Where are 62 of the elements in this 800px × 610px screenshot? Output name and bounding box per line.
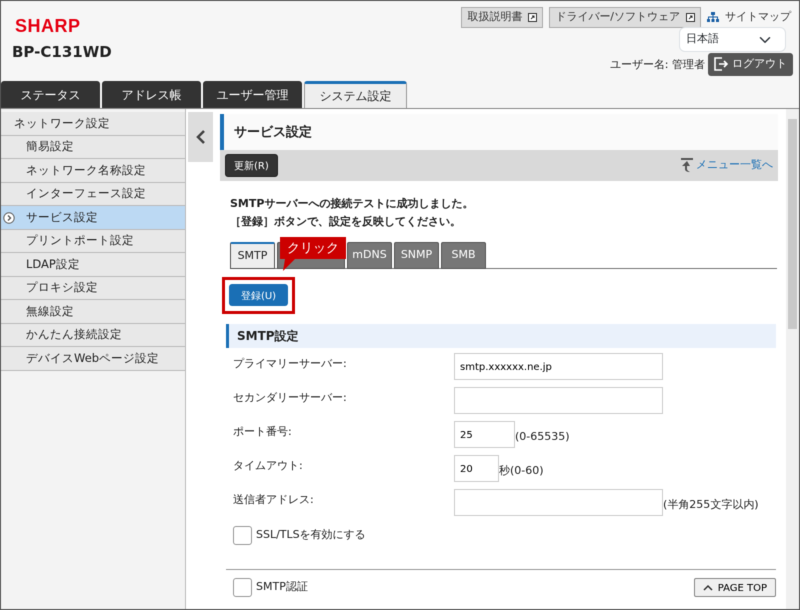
field-hint: (半角255文字以内) [663, 497, 759, 514]
sidebar-group[interactable]: ネットワーク設定 [1, 112, 185, 136]
field-label: 送信者アドレス: [233, 492, 315, 508]
text-field[interactable]: smtp.xxxxxx.ne.jp [454, 353, 663, 380]
text-field[interactable] [454, 489, 663, 516]
return-arrow-icon [680, 158, 694, 173]
page-top-button[interactable]: PAGE TOP [694, 578, 776, 598]
checkbox[interactable] [233, 526, 252, 546]
menu-list-link[interactable]: メニュー一覧へ [680, 157, 773, 174]
field-label: タイムアウト: [233, 458, 304, 474]
field-label: プライマリーサーバー: [233, 356, 348, 372]
checkbox[interactable] [233, 578, 252, 598]
checkbox-label: SMTP認証 [256, 579, 308, 596]
sidebar-item[interactable]: インターフェース設定 [1, 182, 185, 206]
sidebar-item[interactable]: デバイスWebページ設定 [1, 347, 185, 370]
chevron-left-icon [196, 129, 206, 145]
status-message: ［登録］ボタンで、設定を反映してください。 [230, 214, 462, 230]
page-title: サービス設定 [220, 114, 778, 150]
collapse-handle[interactable] [188, 112, 213, 162]
text-field[interactable]: 20 [454, 455, 499, 482]
sidebar-item[interactable]: サービス設定 [1, 206, 185, 230]
field-hint: 秒(0-60) [499, 463, 544, 480]
service-tab[interactable]: SMB [441, 242, 486, 270]
sidebar-item[interactable]: プロキシ設定 [1, 276, 185, 300]
logout-button[interactable]: ログアウト [708, 53, 793, 76]
service-tab[interactable]: SNMP [394, 242, 439, 270]
main-tab[interactable]: ユーザー管理 [203, 81, 302, 108]
service-tab[interactable]: SMTP [230, 242, 275, 270]
sidebar-item[interactable]: 簡易設定 [1, 136, 185, 159]
status-message: SMTPサーバーへの接続テストに成功しました。 [230, 196, 474, 212]
sidebar-item[interactable]: ネットワーク名称設定 [1, 159, 185, 182]
text-field[interactable]: 25 [454, 421, 515, 448]
sidebar-item[interactable]: LDAP設定 [1, 253, 185, 276]
chevron-circle-icon [3, 212, 15, 224]
field-hint: (0-65535) [515, 429, 570, 446]
logout-icon [714, 57, 728, 72]
field-label: セカンダリーサーバー: [233, 390, 348, 406]
external-link-icon [528, 12, 538, 22]
sidebar-item[interactable]: プリントポート設定 [1, 230, 185, 253]
sidebar-item[interactable]: 無線設定 [1, 300, 185, 324]
chevron-up-icon [702, 584, 713, 592]
logo: SHARP [15, 15, 81, 38]
section-heading: SMTP設定 [226, 324, 776, 348]
manual-link[interactable]: 取扱説明書 [461, 7, 544, 28]
main-tab[interactable]: システム設定 [304, 81, 407, 108]
refresh-button[interactable]: 更新(R) [225, 154, 278, 177]
user-name: ユーザー名: 管理者 [610, 57, 705, 73]
language-select[interactable]: 日本語 [679, 27, 786, 52]
model-name: BP-C131WD [12, 42, 112, 63]
manual-link[interactable]: ドライバー/ソフトウェア [549, 7, 701, 28]
tooltip-pointer [283, 258, 295, 271]
register-button[interactable]: 登録(U) [229, 284, 288, 306]
service-tab[interactable]: mDNS [347, 242, 392, 270]
sitemap-icon [707, 12, 719, 23]
main-tab[interactable]: ステータス [1, 81, 100, 108]
main-tab[interactable]: アドレス帳 [102, 81, 201, 108]
field-label: ポート番号: [233, 424, 293, 440]
sitemap-link[interactable]: サイトマップ [725, 9, 791, 26]
sidebar-item[interactable]: かんたん接続設定 [1, 324, 185, 347]
text-field[interactable] [454, 387, 663, 414]
checkbox-label: SSL/TLSを有効にする [256, 527, 366, 544]
external-link-icon [686, 12, 695, 22]
